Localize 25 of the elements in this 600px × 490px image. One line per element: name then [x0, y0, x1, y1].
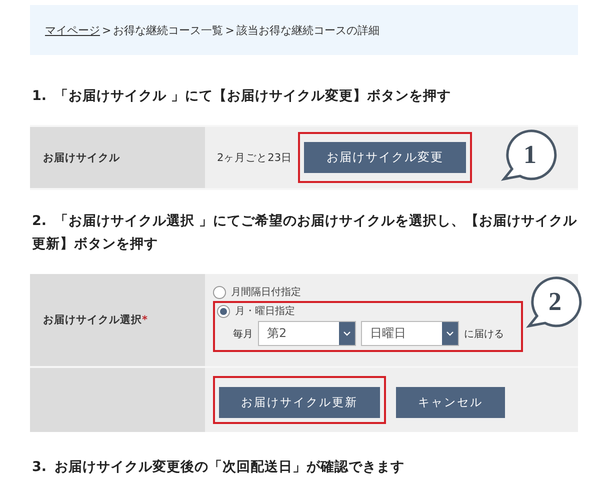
- change-cycle-button[interactable]: お届けサイクル変更: [304, 142, 466, 173]
- chevron-down-icon: [343, 331, 351, 336]
- option-label: 月・曜日指定: [235, 304, 295, 318]
- breadcrumb-separator: >: [102, 24, 112, 36]
- cycle-value: 2ヶ月ごと23日: [217, 150, 292, 164]
- radio-button[interactable]: [213, 286, 226, 298]
- step-heading: 2. 「お届けサイクル選択 」にてご希望のお届けサイクルを選択し、【お届けサイクル更新】ボタンを押す: [31, 212, 578, 254]
- option-label: 月間隔日付指定: [231, 286, 301, 299]
- chevron-down-icon: [446, 331, 454, 336]
- field-label: お届けサイクル選択: [43, 314, 142, 326]
- select-field[interactable]: 第2: [258, 321, 356, 346]
- update-cycle-button[interactable]: お届けサイクル更新: [219, 387, 380, 418]
- prefix-label: 毎月: [233, 328, 253, 340]
- step-heading: 3. お届けサイクル変更後の「次回配送日」が確認できます: [31, 458, 406, 477]
- step-heading: 1. 「お届けサイクル 」にて【お届けサイクル変更】ボタンを押す: [31, 87, 452, 106]
- breadcrumb-link[interactable]: マイページ: [45, 22, 100, 38]
- breadcrumb-separator: >: [225, 24, 234, 36]
- select-field[interactable]: 日曜日: [361, 321, 459, 346]
- field-label: お届けサイクル: [43, 150, 120, 164]
- breadcrumb-text: 該当お得な継続コースの詳細: [236, 22, 380, 38]
- radio-button[interactable]: [217, 304, 230, 318]
- cancel-button[interactable]: キャンセル: [396, 387, 505, 418]
- suffix-label: に届ける: [464, 328, 504, 340]
- required-mark: *: [142, 314, 148, 326]
- breadcrumb-text: お得な継続コース一覧: [113, 22, 224, 38]
